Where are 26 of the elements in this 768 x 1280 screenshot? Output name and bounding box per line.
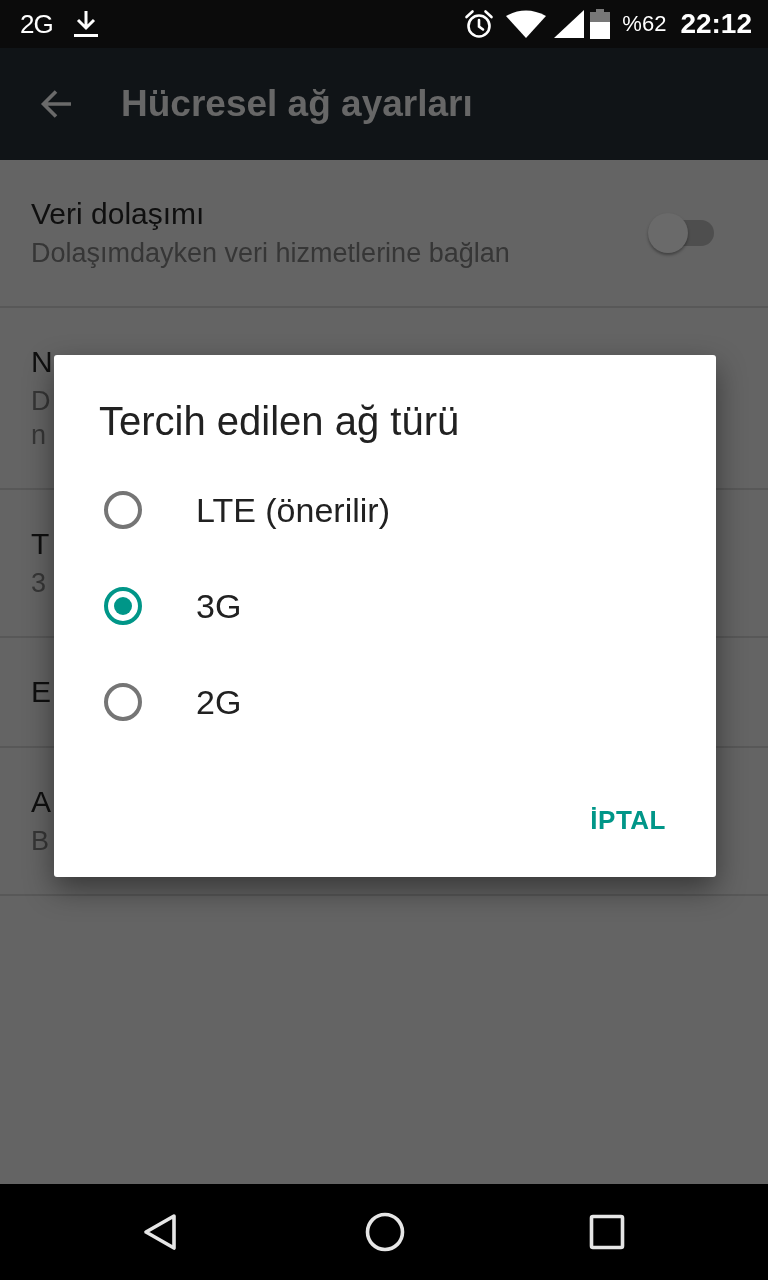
back-arrow-icon[interactable] — [40, 88, 72, 120]
option-label: 3G — [196, 586, 242, 626]
setting-title: T — [31, 526, 50, 562]
battery-percent: %62 — [622, 11, 667, 37]
radio-button[interactable] — [104, 491, 142, 529]
setting-title: Veri dolaşımı — [31, 196, 205, 232]
cancel-button[interactable]: İPTAL — [574, 783, 682, 858]
alarm-clock-icon — [464, 9, 495, 39]
radio-button[interactable] — [104, 683, 142, 721]
signal-icon — [554, 10, 585, 38]
download-icon — [72, 10, 99, 38]
home-icon[interactable] — [364, 1212, 405, 1252]
recents-icon[interactable] — [589, 1214, 625, 1250]
battery-icon — [590, 9, 611, 39]
setting-title: N — [31, 344, 53, 380]
dialog-title: Tercih edilen ağ türü — [99, 399, 460, 443]
setting-title: A — [31, 784, 51, 820]
network-type: 2G — [20, 8, 53, 40]
screen-title: Hücresel ağ ayarları — [121, 83, 473, 125]
radio-button[interactable] — [104, 587, 142, 625]
setting-title: E — [31, 674, 51, 710]
clock-time: 22:12 — [680, 8, 752, 40]
toggle-switch[interactable] — [648, 213, 714, 253]
option-label: 2G — [196, 682, 242, 722]
option-label: LTE (önerilir) — [196, 490, 390, 530]
wifi-icon — [506, 10, 547, 38]
